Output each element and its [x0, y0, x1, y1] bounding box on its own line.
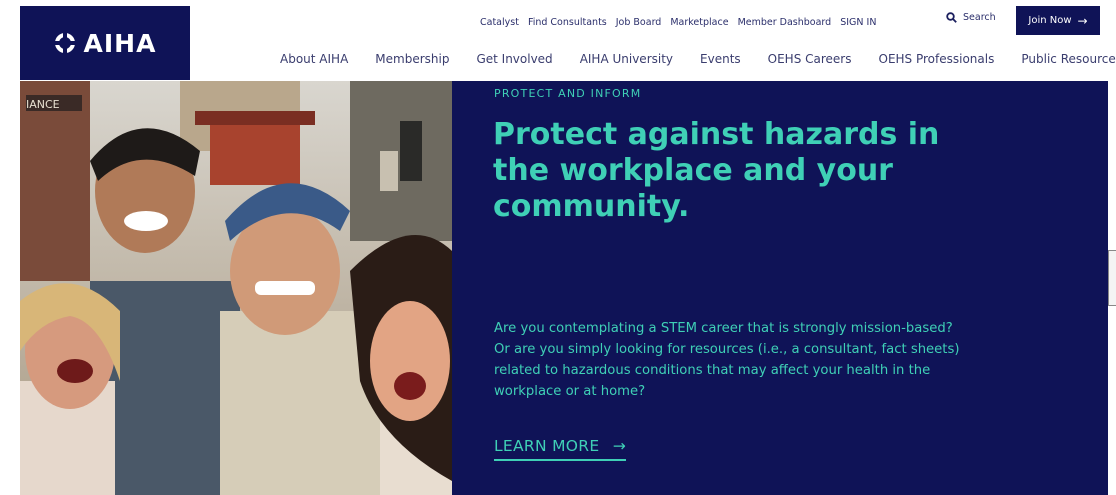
nav-about-aiha[interactable]: About AIHA	[280, 52, 348, 66]
join-now-label: Join Now	[1028, 15, 1072, 26]
nav-oehs-professionals[interactable]: OEHS Professionals	[879, 52, 995, 66]
util-link-catalyst[interactable]: Catalyst	[480, 17, 519, 28]
hero-eyebrow: PROTECT AND INFORM	[494, 87, 642, 100]
learn-more-label: LEARN MORE	[494, 437, 600, 455]
storefront-sign-text: IANCE	[26, 98, 60, 111]
group-selfie-image: IANCE	[20, 81, 452, 495]
nav-get-involved[interactable]: Get Involved	[476, 52, 552, 66]
nav-public-resources[interactable]: Public Resources	[1021, 52, 1116, 66]
search-icon	[946, 12, 957, 23]
hero-title: Protect against hazards in the workplace…	[493, 117, 940, 224]
util-link-job-board[interactable]: Job Board	[616, 17, 662, 28]
nav-aiha-university[interactable]: AIHA University	[580, 52, 673, 66]
search-label: Search	[963, 12, 996, 23]
utility-nav: Catalyst Find Consultants Job Board Mark…	[480, 14, 885, 30]
main-nav: About AIHA Membership Get Involved AIHA …	[280, 52, 1116, 66]
util-link-sign-in[interactable]: SIGN IN	[840, 17, 876, 28]
aiha-logo[interactable]: AIHA	[20, 6, 190, 80]
aiha-logo-mark-icon	[53, 32, 76, 54]
learn-more-link[interactable]: LEARN MORE →	[494, 437, 626, 461]
search-button[interactable]: Search	[946, 12, 996, 23]
hero-photo: IANCE	[20, 81, 452, 495]
nav-events[interactable]: Events	[700, 52, 741, 66]
util-link-marketplace[interactable]: Marketplace	[670, 17, 728, 28]
hero-body: Are you contemplating a STEM career that…	[494, 321, 960, 399]
join-now-button[interactable]: Join Now →	[1016, 6, 1100, 35]
nav-membership[interactable]: Membership	[375, 52, 449, 66]
logo-wordmark: AIHA	[83, 28, 157, 58]
util-link-find-consultants[interactable]: Find Consultants	[528, 17, 607, 28]
nav-oehs-careers[interactable]: OEHS Careers	[768, 52, 852, 66]
hero-panel: PROTECT AND INFORM Protect against hazar…	[452, 81, 1108, 495]
arrow-right-icon: →	[612, 437, 626, 455]
util-link-member-dashboard[interactable]: Member Dashboard	[738, 17, 832, 28]
side-tab-edge[interactable]	[1108, 250, 1116, 306]
arrow-right-icon: →	[1077, 13, 1088, 28]
